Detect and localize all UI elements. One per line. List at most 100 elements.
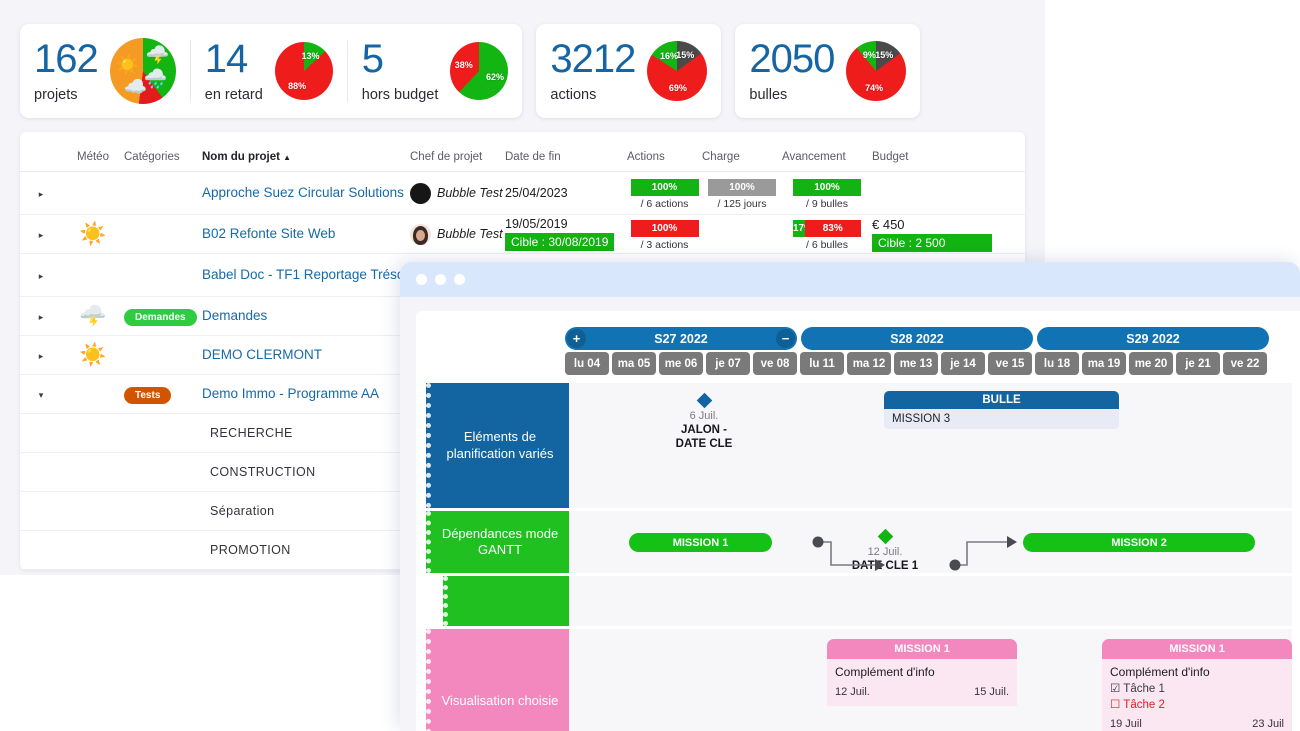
kpi-metric[interactable]: 14en retard13%88% [205,39,333,103]
gantt-day-cell[interactable]: je 21 [1176,352,1220,375]
row-expander-toggle[interactable]: ▾ [20,385,62,403]
window-control-dot[interactable] [416,274,427,285]
kpi-pie-chart: 13%88% [275,42,333,100]
category-chip[interactable]: Demandes [124,309,197,326]
gantt-day-cell[interactable]: me 06 [659,352,703,375]
kpi-card[interactable]: 2050bulles15%74%9% [735,24,920,118]
gantt-lane-label[interactable]: Visualisation choisie [426,629,569,731]
gantt-week-label[interactable]: S29 2022 [1037,327,1269,350]
kpi-label: en retard [205,87,263,103]
gantt-lane-label[interactable]: Dépendances mode GANTT [426,511,569,573]
mission-card-end-date: 15 Juil. [974,686,1009,698]
pie-slice-label: 15% [875,50,893,60]
gantt-day-cell[interactable]: ve 22 [1223,352,1267,375]
kpi-metric[interactable]: 162projets☀️🌩️🌧️☁️ [34,38,176,104]
project-name-link[interactable]: DEMO CLERMONT [202,347,322,362]
row-expander-toggle[interactable]: ▸ [20,266,62,284]
kpi-label: bulles [749,87,834,103]
column-header-actions[interactable]: Actions [627,151,702,163]
kpi-card[interactable]: 162projets☀️🌩️🌧️☁️14en retard13%88%5hors… [20,24,522,118]
kpi-value: 2050 [749,39,834,79]
column-header-date-fin[interactable]: Date de fin [505,151,627,163]
column-header-name[interactable]: Nom du projet ▲ [202,151,410,163]
window-control-dot[interactable] [435,274,446,285]
gantt-day-cell[interactable]: ma 12 [847,352,891,375]
kpi-text: 2050 bulles [749,39,834,103]
gantt-day-cell[interactable]: lu 11 [800,352,844,375]
project-name-cell[interactable]: DEMO CLERMONT [202,346,410,364]
project-name-cell[interactable]: Demandes [202,307,410,325]
weather-cell: 🌩️ [62,303,124,329]
gantt-task-bar[interactable]: MISSION 1 [629,533,772,552]
kpi-card[interactable]: 3212actions15%69%16% [536,24,721,118]
gantt-day-cell[interactable]: je 07 [706,352,750,375]
mission-card-info: Complément d'info [835,665,1009,679]
table-row[interactable]: ▸Approche Suez Circular SolutionsBubble … [20,172,1025,215]
project-name-link[interactable]: Approche Suez Circular Solutions [202,185,404,200]
row-expander-toggle[interactable]: ▸ [20,184,62,202]
mission-card-body: Complément d'info12 Juil.15 Juil. [827,659,1017,706]
column-header-chef[interactable]: Chef de projet [410,151,505,163]
gantt-week-label[interactable]: S28 2022 [801,327,1033,350]
milestone-diamond-icon [696,393,712,409]
window-control-dot[interactable] [454,274,465,285]
category-chip[interactable]: Tests [124,387,171,404]
row-expander-toggle[interactable]: ▸ [20,346,62,364]
avatar [410,224,431,245]
project-name-cell[interactable]: Approche Suez Circular Solutions [202,184,410,202]
gantt-week-label[interactable]: S27 2022 + − [565,327,797,350]
gantt-mission-card[interactable]: MISSION 1Complément d'info☑ Tâche 1☐ Tâc… [1102,639,1292,731]
gantt-day-cell[interactable]: ma 19 [1082,352,1126,375]
kpi-metric[interactable]: 3212actions15%69%16% [550,39,707,103]
project-name-cell[interactable]: Demo Immo - Programme AA [202,385,410,403]
column-header-budget[interactable]: Budget [872,151,992,163]
milestone-diamond-icon [877,529,893,545]
target-date-badge: Cible : 30/08/2019 [505,233,614,251]
project-manager-name: Bubble Test [437,227,503,241]
gantt-task-bar[interactable]: MISSION 2 [1023,533,1255,552]
kpi-metric[interactable]: 2050bulles15%74%9% [749,39,906,103]
gantt-lane-label[interactable] [443,576,569,626]
gantt-bulle[interactable]: BULLEMISSION 3 [884,391,1119,429]
zoom-out-icon[interactable]: − [776,329,795,348]
gantt-milestone[interactable]: 12 Juil.DATE CLE 1 [839,531,931,573]
project-name-link[interactable]: B02 Refonte Site Web [202,226,335,241]
gantt-day-cell[interactable]: lu 04 [565,352,609,375]
mission-card-task[interactable]: ☐ Tâche 2 [1110,697,1284,711]
row-expander-toggle[interactable]: ▸ [20,225,62,243]
gantt-milestone[interactable]: 6 Juil.JALON -DATE CLE [661,395,747,452]
project-name-link[interactable]: Babel Doc - TF1 Reportage Trésor [202,267,409,282]
project-name-link[interactable]: Demandes [202,308,267,323]
project-name-cell[interactable]: B02 Refonte Site Web [202,225,410,243]
gantt-lane-label[interactable]: Eléments de planification variés [426,383,569,508]
gantt-day-cell[interactable]: je 14 [941,352,985,375]
gantt-mission-card[interactable]: MISSION 1Complément d'info12 Juil.15 Jui… [827,639,1017,706]
column-header-avancement[interactable]: Avancement [782,151,872,163]
column-header-charge[interactable]: Charge [702,151,782,163]
milestone-name: DATE CLE 1 [839,559,931,573]
table-row[interactable]: ▸☀️B02 Refonte Site WebBubble Test19/05/… [20,215,1025,254]
gantt-lane-label-text: Visualisation choisie [442,693,559,709]
mission-card-task[interactable]: ☑ Tâche 1 [1110,681,1284,695]
gantt-day-cell[interactable]: lu 18 [1035,352,1079,375]
week-label-text: S27 2022 [654,332,708,346]
column-header-meteo[interactable]: Météo [62,151,124,163]
gantt-day-cell[interactable]: ma 05 [612,352,656,375]
row-expander-toggle[interactable]: ▸ [20,307,62,325]
column-header-categories[interactable]: Catégories [124,151,202,163]
avatar [410,183,431,204]
project-name-link[interactable]: Demo Immo - Programme AA [202,386,379,401]
zoom-in-icon[interactable]: + [567,329,586,348]
gantt-day-cell[interactable]: ve 08 [753,352,797,375]
kpi-text: 162projets [34,39,98,103]
gantt-day-cell[interactable]: me 13 [894,352,938,375]
project-name-cell[interactable]: Babel Doc - TF1 Reportage Trésor [202,266,410,284]
gantt-day-cell[interactable]: me 20 [1129,352,1173,375]
weather-sun-icon: ☀️ [79,221,106,246]
kpi-metric[interactable]: 5hors budget62%38% [362,39,509,103]
actions-cell: 100%/ 6 actions [627,177,702,210]
chevron-right-icon: ▸ [39,230,44,241]
gantt-window-titlebar [400,262,1300,297]
gantt-day-cell[interactable]: ve 15 [988,352,1032,375]
gantt-scroll-area[interactable]: S27 2022+−S28 2022S29 2022 lu 04ma 05me … [416,311,1300,731]
